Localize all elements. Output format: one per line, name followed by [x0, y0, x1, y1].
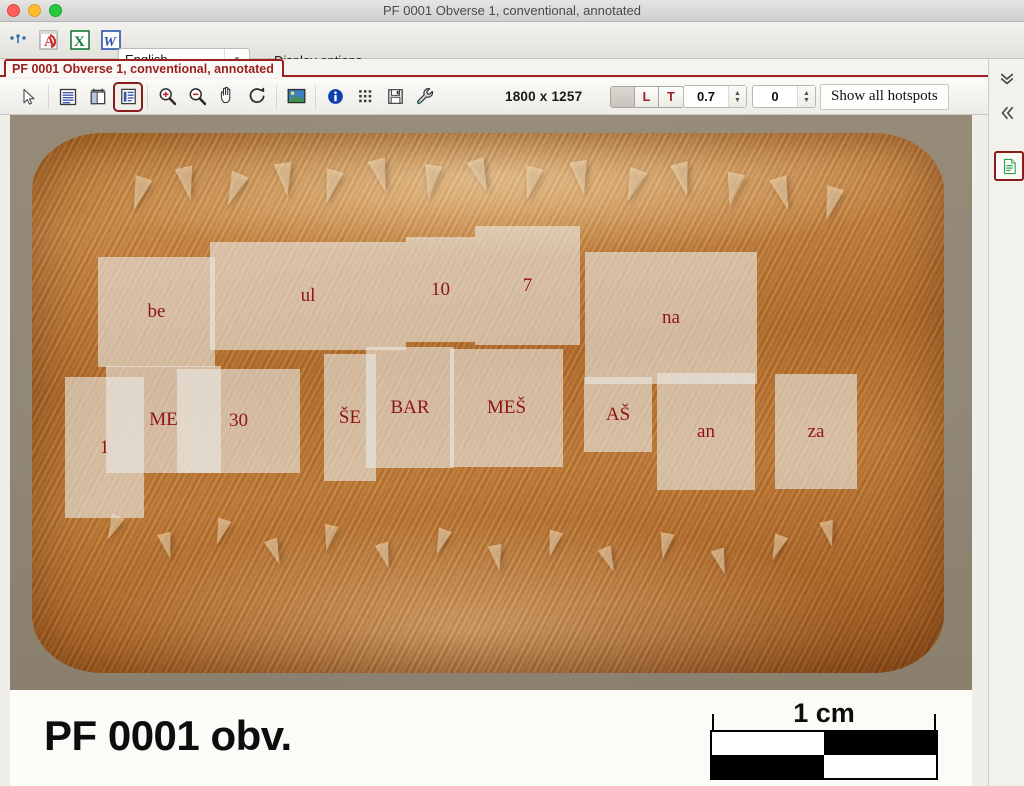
excel-export-icon[interactable]: X: [68, 28, 92, 52]
hotspot-label: za: [807, 420, 825, 442]
upper-toolbar: A X W English ▼ Display options.: [0, 22, 1024, 70]
scale-quad-tr: [824, 732, 936, 755]
zoom-in-tool-button[interactable]: [152, 82, 182, 112]
hotspot-be[interactable]: be: [98, 257, 215, 367]
caption-text: PF 0001 obv.: [44, 712, 292, 759]
hotspot-7[interactable]: 7: [475, 226, 580, 345]
hotspot-10[interactable]: 10: [406, 237, 475, 342]
tab-label: PF 0001 Obverse 1, conventional, annotat…: [12, 62, 274, 76]
toolbar-separator: [276, 84, 277, 109]
scale-bar: 1 cm: [710, 698, 938, 780]
l-segment[interactable]: L: [635, 86, 659, 107]
hotspot-label: MEŠ: [486, 397, 527, 418]
svg-text:X: X: [74, 34, 85, 50]
stepper-up-icon[interactable]: ▲: [734, 90, 741, 97]
svg-text:W: W: [104, 35, 118, 50]
scale-bar-graphic: [710, 714, 938, 780]
scale-tick-left: [712, 714, 714, 732]
toolbar-separator: [315, 84, 316, 109]
pdf-export-icon[interactable]: A: [37, 28, 61, 52]
tab-strip: PF 0001 Obverse 1, conventional, annotat…: [0, 59, 1024, 79]
save-tool-button[interactable]: [380, 82, 410, 112]
hotspot-mes[interactable]: MEŠ: [450, 349, 563, 467]
hotspot-label: 10: [431, 278, 450, 300]
chevron-double-down-icon[interactable]: [995, 67, 1019, 91]
offset-spinner-value: 0: [771, 89, 779, 104]
hotspot-an[interactable]: an: [657, 373, 755, 490]
image-tool-button[interactable]: [281, 82, 311, 112]
stepper-down-icon[interactable]: ▼: [803, 97, 810, 104]
annotation-view-tool-button[interactable]: [113, 81, 143, 112]
hotspot-za[interactable]: za: [775, 374, 857, 489]
hotspot-label: BAR: [390, 396, 430, 418]
rotate-tool-button[interactable]: [242, 82, 272, 112]
caption-band: PF 0001 obv. 1 cm: [10, 690, 972, 786]
grid-tool-button[interactable]: [350, 82, 380, 112]
title-bar: PF 0001 Obverse 1, conventional, annotat…: [0, 0, 1024, 22]
export-icon-group: A X W: [6, 28, 123, 52]
blank-segment[interactable]: [611, 86, 635, 107]
hotspot-bar[interactable]: BAR: [366, 347, 454, 468]
hotspot-label: 7: [522, 274, 533, 296]
hotspot-label: 30: [229, 410, 248, 431]
show-all-hotspots-button[interactable]: Show all hotspots: [820, 83, 949, 110]
hotspot-label: AŠ: [605, 403, 631, 425]
opacity-spinner[interactable]: 0.7 ▲ ▼: [683, 85, 747, 108]
application-window: PF 0001 Obverse 1, conventional, annotat…: [0, 0, 1024, 786]
page-view-tool-button[interactable]: [53, 82, 83, 112]
lt-segmented-control[interactable]: L T: [610, 85, 684, 108]
offset-stepper-arrows[interactable]: ▲ ▼: [797, 86, 815, 107]
scale-quad-bl: [712, 755, 824, 778]
info-tool-button[interactable]: [320, 82, 350, 112]
right-rail: [988, 59, 1024, 786]
scale-tick-right: [934, 714, 936, 732]
opacity-spinner-value: 0.7: [696, 89, 716, 104]
tab-pf-0001-obverse[interactable]: PF 0001 Obverse 1, conventional, annotat…: [4, 59, 284, 77]
pan-hand-tool-button[interactable]: [212, 82, 242, 112]
offset-spinner[interactable]: 0 ▲ ▼: [752, 85, 816, 108]
document-panel-icon[interactable]: [994, 151, 1024, 181]
hotspot-ul[interactable]: ul: [210, 242, 406, 350]
scale-bar-label: 1 cm: [793, 698, 855, 728]
hotspot-label: ŠE: [338, 406, 362, 428]
image-toolbar: 1800 x 1257 L T 0.7 ▲ ▼ 0 ▲ ▼ Show all h…: [0, 79, 988, 115]
image-dimensions: 1800 x 1257: [505, 89, 583, 104]
hotspot-na[interactable]: na: [585, 252, 757, 384]
tablet-photograph: be ul 10 7 na 1 ME 30 ŠE BAR MEŠ AŠ an za: [10, 115, 972, 690]
hotspot-label: ul: [300, 285, 316, 306]
hotspot-as[interactable]: AŠ: [584, 377, 652, 452]
t-segment[interactable]: T: [659, 86, 683, 107]
opacity-stepper-arrows[interactable]: ▲ ▼: [728, 86, 746, 107]
window-title: PF 0001 Obverse 1, conventional, annotat…: [382, 3, 641, 18]
hotspot-label: ME: [149, 408, 178, 430]
hotspot-label: be: [147, 301, 166, 322]
settings-wrench-tool-button[interactable]: [410, 82, 440, 112]
scale-quad-br: [824, 755, 936, 778]
toolbar-separator: [147, 84, 148, 109]
hotspot-label: an: [697, 420, 715, 442]
page-layout-tool-button[interactable]: [83, 82, 113, 112]
hotspot-30[interactable]: 30: [177, 369, 300, 473]
image-canvas[interactable]: be ul 10 7 na 1 ME 30 ŠE BAR MEŠ AŠ an za PF 0001 obv…: [0, 115, 988, 786]
pointer-tool-button[interactable]: [14, 82, 44, 112]
scale-quad-tl: [712, 732, 824, 755]
hotspot-label: na: [662, 307, 680, 328]
chevron-double-left-icon[interactable]: [995, 101, 1019, 125]
dots-icon[interactable]: [6, 28, 30, 52]
toolbar-separator: [48, 84, 49, 109]
stepper-up-icon[interactable]: ▲: [803, 90, 810, 97]
zoom-out-tool-button[interactable]: [182, 82, 212, 112]
stepper-down-icon[interactable]: ▼: [734, 97, 741, 104]
